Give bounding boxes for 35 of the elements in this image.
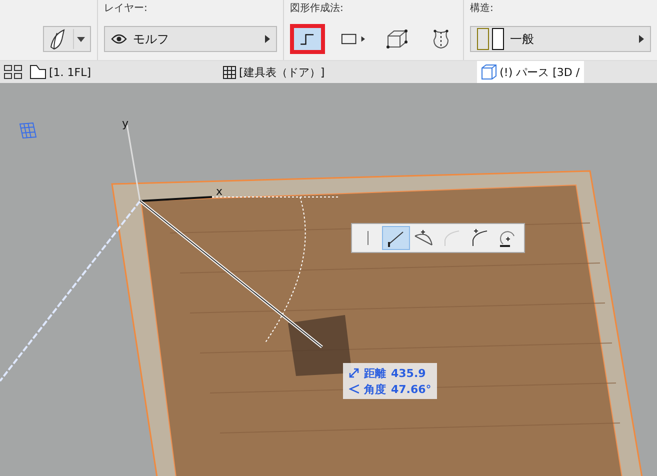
view-tab[interactable]: [1. 1FL] — [26, 61, 96, 83]
view-tab[interactable]: [建具表（ドア）] — [219, 61, 329, 83]
tracker-label: 距離 — [364, 366, 386, 380]
layer-label: レイヤー: — [104, 2, 148, 16]
tracker-value: 47.66° — [391, 382, 432, 396]
3d-viewport[interactable]: y x 距離 435.9 角度 47.66° — [0, 83, 657, 476]
angle-icon — [349, 384, 359, 394]
submenu-arrow-icon — [265, 35, 270, 43]
cube-icon — [480, 64, 497, 80]
arc-input-icon — [413, 228, 435, 248]
structure-dropdown[interactable]: 一般 — [470, 26, 651, 52]
tracker-label: 角度 — [364, 382, 386, 396]
eye-icon — [111, 34, 127, 44]
line-input-icon — [367, 231, 369, 245]
view-tab[interactable]: (!) パース [3D / — [476, 61, 584, 83]
layer-dropdown[interactable]: モルフ — [104, 26, 277, 52]
x-axis-label: x — [216, 185, 223, 198]
structure-swatch-icon — [477, 28, 504, 50]
diagonal-arrow-icon — [349, 368, 359, 378]
polyline-method-button[interactable] — [290, 24, 325, 54]
table-icon — [223, 66, 236, 78]
dropdown-caret-icon — [77, 36, 85, 42]
submenu-arrow-icon — [639, 35, 644, 43]
floor-plan-icon — [30, 65, 46, 79]
tracker-value: 435.9 — [391, 366, 426, 380]
grid-icon — [20, 122, 37, 138]
segment-input-button[interactable] — [382, 226, 410, 250]
structure-label: 構造: — [470, 2, 494, 16]
revolved-shape-icon — [431, 28, 451, 50]
morph-tool-button[interactable] — [43, 26, 91, 52]
box-icon — [386, 29, 408, 49]
view-grid-icon[interactable] — [4, 65, 22, 79]
y-axis-label: y — [122, 117, 129, 130]
rectangle-icon — [341, 33, 365, 45]
geometry-method-label: 図形作成法: — [290, 2, 344, 16]
